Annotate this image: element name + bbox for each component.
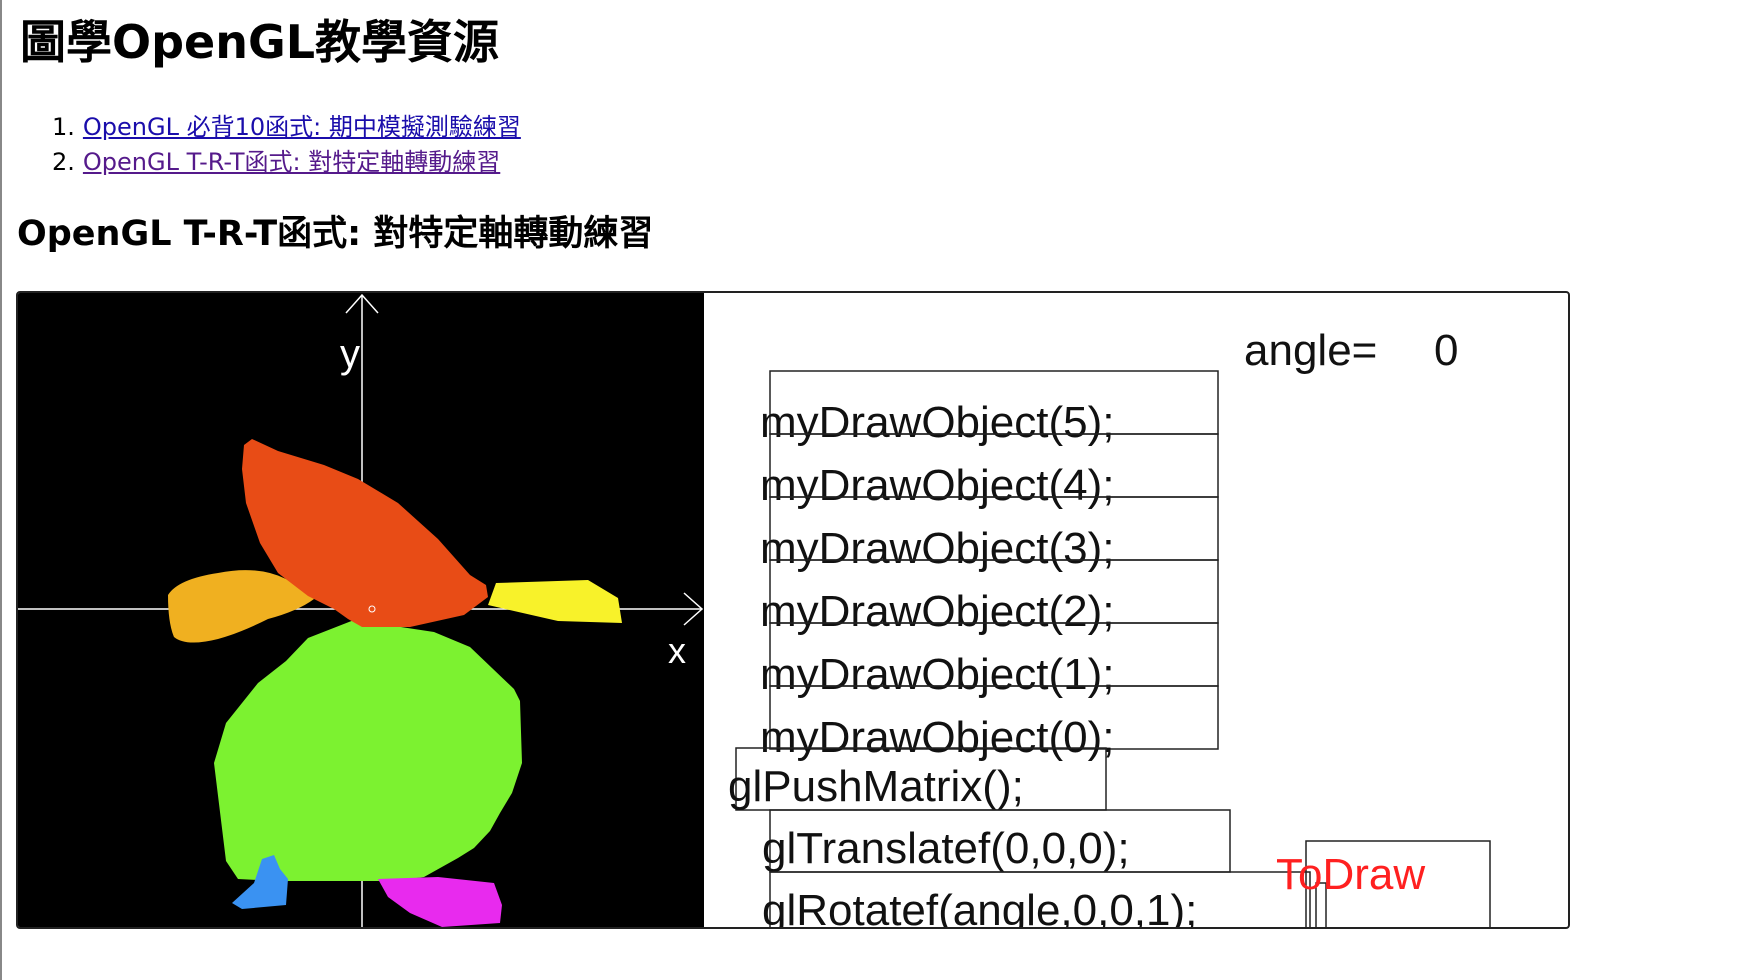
angle-label: angle= [1244,326,1377,375]
link-opengl-10-functions[interactable]: OpenGL 必背10函式: 期中模擬測驗練習 [83,113,521,141]
trt-interactive-widget[interactable]: x y angle= 0 myDrawObject(5); myDrawObjec… [16,291,1570,929]
draw-object-text: myDrawObject(5); [760,398,1115,447]
page: 圖學OpenGL教學資源 1. OpenGL 必背10函式: 期中模擬測驗練習 2… [0,0,1750,980]
draw-object-text: myDrawObject(2); [760,587,1115,636]
rotate-text: glRotatef(angle,0,0,1); [762,886,1197,927]
list-item: 2. OpenGL T-R-T函式: 對特定軸轉動練習 [52,145,521,180]
todraw-label: ToDraw [1276,850,1425,899]
angle-value: 0 [1434,326,1458,375]
draw-object-text: myDrawObject(1); [760,650,1115,699]
code-block-panel[interactable]: angle= 0 myDrawObject(5); myDrawObject(4)… [704,293,1566,927]
x-axis-label: x [668,630,686,671]
list-number: 2. [52,148,75,176]
opengl-viewport[interactable]: x y [18,293,704,927]
draw-object-text: myDrawObject(3); [760,524,1115,573]
y-axis-label: y [340,332,360,376]
section-title: OpenGL T-R-T函式: 對特定軸轉動練習 [17,214,654,254]
list-number: 1. [52,113,75,141]
link-opengl-trt-functions[interactable]: OpenGL T-R-T函式: 對特定軸轉動練習 [83,148,500,176]
tutorial-link-list: 1. OpenGL 必背10函式: 期中模擬測驗練習 2. OpenGL T-R-T… [52,110,521,180]
draw-object-text: myDrawObject(4); [760,461,1115,510]
translate-text: glTranslatef(0,0,0); [762,824,1130,873]
page-title: 圖學OpenGL教學資源 [20,15,500,69]
list-item: 1. OpenGL 必背10函式: 期中模擬測驗練習 [52,110,521,145]
draw-object-text: myDrawObject(0); [760,713,1115,762]
push-matrix-text: glPushMatrix(); [728,762,1024,811]
